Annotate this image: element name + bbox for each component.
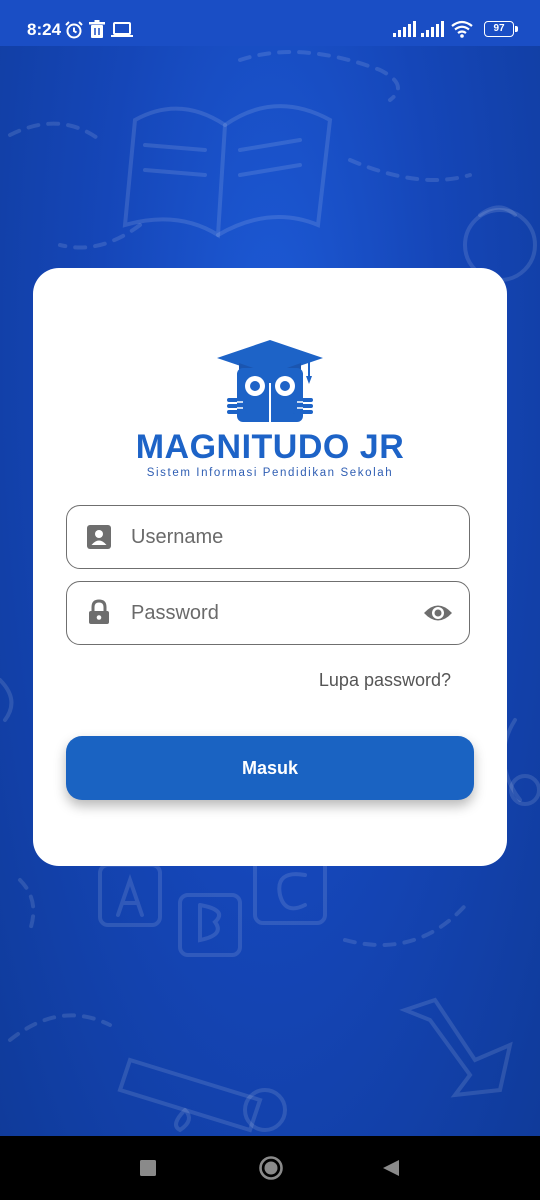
forgot-password-link[interactable]: Lupa password?	[319, 670, 451, 691]
trash-icon	[89, 20, 106, 38]
status-bar: 8:24 97	[0, 0, 540, 46]
navigation-bar	[0, 1136, 540, 1200]
owl-graduation-logo	[217, 340, 323, 422]
laptop-icon	[110, 22, 133, 37]
username-field[interactable]: Username	[66, 505, 470, 569]
signal-icon	[421, 21, 445, 37]
password-field[interactable]: Password	[66, 581, 470, 645]
status-time: 8:24	[27, 20, 62, 39]
alarm-icon	[65, 21, 83, 39]
status-right-icons: 97	[392, 20, 518, 38]
recents-button[interactable]	[140, 1160, 156, 1176]
lock-icon	[89, 599, 109, 624]
home-button[interactable]	[258, 1155, 284, 1181]
password-input[interactable]: Password	[131, 582, 219, 644]
back-button[interactable]	[382, 1159, 400, 1177]
status-left-icons	[64, 20, 133, 40]
signal-icon	[392, 21, 416, 37]
login-card: MAGNITUDO JR Sistem Informasi Pendidikan…	[33, 268, 507, 866]
brand-tagline: Sistem Informasi Pendidikan Sekolah	[146, 467, 394, 479]
username-input[interactable]: Username	[131, 506, 223, 568]
brand-name: MAGNITUDO JR	[135, 428, 405, 466]
wifi-icon	[450, 20, 473, 38]
login-button[interactable]: Masuk	[66, 736, 474, 800]
battery-icon: 97	[484, 21, 518, 37]
user-icon	[87, 525, 111, 549]
show-password-icon[interactable]	[423, 601, 453, 625]
